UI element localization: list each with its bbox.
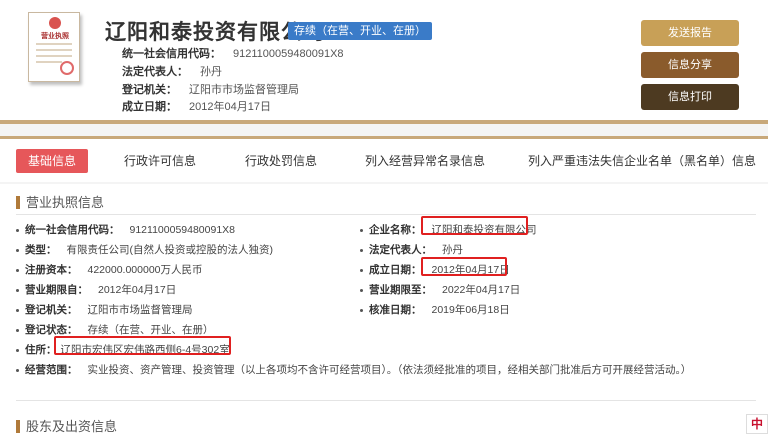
bullet-icon	[360, 248, 363, 252]
field-term-from: 营业期限自： 2012年04月17日	[16, 282, 176, 297]
header-value: 辽阳市市场监督管理局	[189, 84, 299, 96]
bullet-icon	[16, 228, 19, 232]
field-label: 营业期限自：	[25, 284, 88, 296]
section-divider	[16, 400, 756, 401]
field-value: 存续（在营、开业、在册）	[87, 324, 214, 336]
field-label: 登记机关：	[25, 304, 78, 316]
tab-admin-penalty[interactable]: 行政处罚信息	[245, 149, 317, 173]
field-label: 类型：	[25, 244, 57, 256]
license-title: 营业执照	[41, 33, 69, 40]
field-label: 登记状态：	[25, 324, 78, 336]
header-label: 成立日期：	[122, 101, 177, 113]
license-line	[36, 49, 72, 51]
highlight-company-name	[421, 216, 528, 235]
field-label: 住所：	[25, 344, 57, 356]
share-info-button[interactable]: 信息分享	[641, 52, 739, 78]
bullet-icon	[360, 308, 363, 312]
field-status: 登记状态： 存续（在营、开业、在册）	[16, 322, 214, 337]
highlight-address	[54, 336, 231, 355]
header-label: 统一社会信用代码：	[122, 48, 221, 60]
status-badge: 存续（在营、开业、在册）	[288, 22, 432, 40]
field-approval-date: 核准日期： 2019年06月18日	[360, 302, 510, 317]
field-type: 类型： 有限责任公司(自然人投资或控股的法人独资)	[16, 242, 273, 257]
bullet-icon	[360, 268, 363, 272]
field-value: 2012年04月17日	[98, 284, 177, 296]
field-label: 法定代表人：	[369, 244, 432, 256]
field-value: 有限责任公司(自然人投资或控股的法人独资)	[66, 244, 274, 256]
highlight-established	[421, 257, 507, 276]
field-label: 企业名称：	[369, 224, 422, 236]
field-value: 2019年06月18日	[431, 304, 510, 316]
tab-abnormal-list[interactable]: 列入经营异常名录信息	[365, 149, 485, 173]
bullet-icon	[16, 328, 19, 332]
header-value: 孙丹	[200, 66, 222, 78]
header-label: 法定代表人：	[122, 66, 188, 78]
section-title-shareholders: 股东及出资信息	[16, 420, 117, 433]
field-value: 422000.000000万人民币	[87, 264, 203, 276]
header-value: 9121100059480091X8	[233, 48, 344, 60]
field-credit-code: 统一社会信用代码： 9121100059480091X8	[16, 222, 235, 237]
field-label: 成立日期：	[369, 264, 422, 276]
header-row-legal-rep: 法定代表人： 孙丹	[122, 63, 222, 79]
bullet-icon	[16, 368, 19, 372]
bullet-icon	[360, 288, 363, 292]
field-value: 辽阳市市场监督管理局	[87, 304, 193, 316]
bullet-icon	[16, 268, 19, 272]
bullet-icon	[16, 288, 19, 292]
field-value: 2022年04月17日	[442, 284, 521, 296]
print-info-button[interactable]: 信息打印	[641, 84, 739, 110]
field-legal-rep: 法定代表人： 孙丹	[360, 242, 463, 257]
field-scope: 经营范围： 实业投资、资产管理、投资管理（以上各项均不含许可经营项目）。（依法须经…	[16, 362, 691, 377]
header-row-established: 成立日期： 2012年04月17日	[122, 98, 271, 114]
license-line	[36, 55, 72, 57]
header-label: 登记机关：	[122, 84, 177, 96]
header-row-credit-code: 统一社会信用代码： 9121100059480091X8	[122, 45, 344, 61]
national-emblem-icon	[49, 17, 61, 29]
basic-info-panel: 营业执照信息 统一社会信用代码： 9121100059480091X8 企业名称：…	[0, 184, 768, 437]
company-header: 营业执照 辽阳和泰投资有限公司 存续（在营、开业、在册） 统一社会信用代码： 91…	[0, 0, 768, 124]
field-value: 孙丹	[442, 244, 463, 256]
section-title-license: 营业执照信息	[16, 196, 104, 209]
field-value: 实业投资、资产管理、投资管理（以上各项均不含许可经营项目）。（依法须经批准的项目…	[87, 364, 692, 376]
field-capital: 注册资本： 422000.000000万人民币	[16, 262, 203, 277]
field-label: 经营范围：	[25, 364, 78, 376]
bullet-icon	[360, 228, 363, 232]
bullet-icon	[16, 308, 19, 312]
seal-icon	[60, 61, 74, 75]
field-label: 营业期限至：	[369, 284, 432, 296]
field-label: 注册资本：	[25, 264, 78, 276]
tab-blacklist[interactable]: 列入严重违法失信企业名单（黑名单）信息	[528, 149, 756, 173]
business-license-thumbnail[interactable]: 营业执照	[28, 12, 80, 82]
field-value: 9121100059480091X8	[129, 224, 236, 236]
tab-basic-info[interactable]: 基础信息	[16, 149, 89, 173]
license-line	[36, 61, 62, 63]
field-authority: 登记机关： 辽阳市市场监督管理局	[16, 302, 193, 317]
field-label: 统一社会信用代码：	[25, 224, 120, 236]
send-report-button[interactable]: 发送报告	[641, 20, 739, 46]
bullet-icon	[16, 348, 19, 352]
header-row-authority: 登记机关： 辽阳市市场监督管理局	[122, 81, 299, 97]
license-line	[36, 43, 72, 45]
section-divider	[16, 214, 756, 215]
info-tabs: 基础信息 行政许可信息 行政处罚信息 列入经营异常名录信息 列入严重违法失信企业…	[0, 136, 768, 182]
tab-admin-license[interactable]: 行政许可信息	[124, 149, 196, 173]
page: 营业执照 辽阳和泰投资有限公司 存续（在营、开业、在册） 统一社会信用代码： 91…	[0, 0, 768, 437]
field-label: 核准日期：	[369, 304, 422, 316]
field-term-to: 营业期限至： 2022年04月17日	[360, 282, 520, 297]
bullet-icon	[16, 248, 19, 252]
header-value: 2012年04月17日	[189, 101, 271, 113]
language-toggle-button[interactable]: 中	[746, 414, 768, 434]
